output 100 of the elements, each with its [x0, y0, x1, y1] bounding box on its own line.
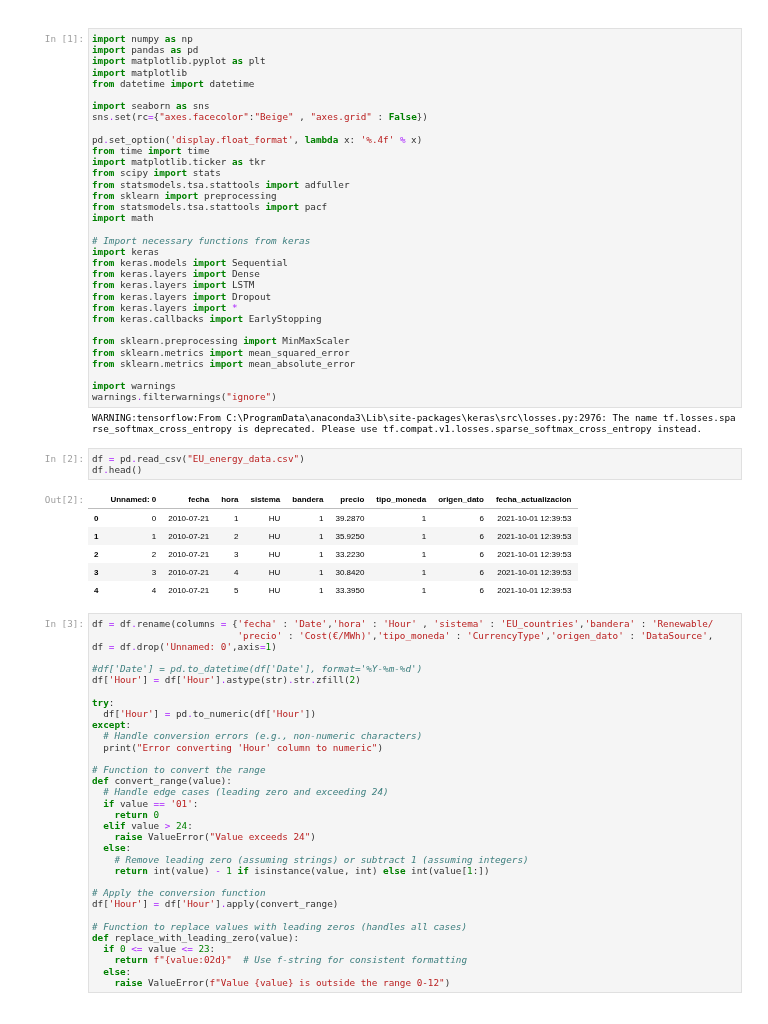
code-line: # Handle conversion errors (e.g., non-numeric characters) [102, 730, 424, 742]
code-line: warnings.filterwarnings("ignore") [92, 391, 278, 403]
code-line: from keras.layers import Dropout [92, 290, 273, 302]
code-line: return int(value) - 1 if isinstance(value, int) else int(value[1:]) [113, 864, 490, 877]
code-line: return 0 [113, 808, 161, 821]
code-line: import seaborn as sns [92, 100, 211, 112]
code-line: sns.set(rc={"axes.facecolor":"Beige" , "axes.grid" : False}) [92, 111, 429, 123]
column-header: fecha [162, 490, 216, 509]
table-cell: HU [244, 527, 287, 546]
table-cell: 2021-10-01 12:39:53 [489, 508, 578, 528]
table-cell: 6 [432, 527, 490, 546]
code-line: import matplotlib.ticker as tkr [92, 156, 267, 168]
code-line: from keras.layers import LSTM [92, 279, 256, 291]
row-index: 0 [88, 508, 105, 528]
code-line: df = df.rename(columns = {'fecha' : 'Date','hora' : 'Hour' , 'sistema' : 'EU_countries','bandera' : 'Renewable/ [92, 618, 715, 630]
table-cell: 1 [370, 508, 433, 528]
input-prompt: In [3]: [43, 617, 85, 630]
column-header: Unnamed: 0 [104, 490, 163, 509]
code-line: # Apply the conversion function [92, 887, 267, 899]
code-line: def convert_range(value): [92, 775, 233, 787]
table-cell: 2 [104, 545, 163, 564]
table-cell: 2021-10-01 12:39:53 [489, 581, 578, 600]
code-line: if 0 <= value <= 23: [102, 943, 217, 955]
code-line: from datetime import datetime [92, 77, 256, 89]
table-cell: 2010-07-21 [162, 581, 216, 600]
code-line: else: [102, 965, 133, 977]
table-cell: 2010-07-21 [162, 563, 216, 582]
table-cell: 2010-07-21 [162, 508, 216, 528]
code-line: df.head() [92, 464, 144, 476]
code-line: from time import time [92, 145, 211, 157]
row-index: 4 [88, 581, 105, 600]
code-line: # Import necessary functions from keras [92, 234, 312, 246]
code-line: import keras [92, 245, 160, 257]
table-cell: 33.3950 [329, 581, 371, 600]
table-cell: 6 [432, 581, 490, 600]
code-line: import matplotlib [92, 66, 189, 78]
table-cell: 2010-07-21 [162, 527, 216, 546]
table-cell: 3 [104, 563, 163, 582]
warning-output: WARNING:tensorflow:From C:\ProgramData\anaconda3\Lib\site-packages\keras\src\losses.py:2976: The name tf.losses.sparse_softmax_cross_entropy is deprecated. Please use tf.compat.v1.losses.sparse_softmax_cross_entropy instead. [91, 411, 737, 435]
code-line: import matplotlib.pyplot as plt [92, 55, 267, 67]
column-header: bandera [286, 490, 330, 509]
table-cell: 1 [286, 563, 330, 582]
table-cell: 2021-10-01 12:39:53 [489, 563, 578, 582]
table-cell: 6 [432, 508, 490, 528]
input-prompt: In [1]: [43, 32, 85, 45]
code-line: # Function to replace values with leading zeros (handles all cases) [92, 920, 468, 933]
row-index: 2 [88, 545, 105, 564]
code-line: import math [92, 212, 155, 224]
code-line: from keras.layers import Dense [92, 268, 261, 280]
code-line: import numpy as np [92, 33, 194, 45]
table-cell: HU [244, 563, 287, 582]
column-header: sistema [244, 490, 287, 509]
code-line: from keras.models import Sequential [92, 257, 289, 269]
code-line: print("Error converting 'Hour' column to numeric") [102, 741, 385, 753]
column-header: hora [215, 490, 245, 509]
table-cell: HU [244, 508, 287, 528]
input-prompt: In [2]: [43, 452, 85, 465]
code-line: if value == '01': [102, 797, 200, 809]
code-line: try: [92, 696, 116, 709]
table-cell: 6 [432, 545, 490, 564]
table-cell: 5 [215, 581, 245, 600]
table-cell: 35.9250 [329, 527, 371, 546]
table-cell: 1 [370, 581, 433, 600]
code-line: from statsmodels.tsa.stattools import pacf [92, 201, 329, 213]
code-line: import pandas as pd [92, 44, 200, 56]
code-line: from keras.callbacks import EarlyStopping [92, 313, 323, 325]
code-line: raise ValueError("Value exceeds 24") [113, 831, 317, 843]
row-index: 3 [88, 563, 105, 582]
table-cell: 4 [104, 581, 163, 600]
column-header: tipo_moneda [370, 490, 433, 509]
row-index: 1 [88, 527, 105, 546]
code-cell[interactable] [88, 613, 742, 994]
code-line: elif value > 24: [102, 820, 194, 832]
code-line: def replace_with_leading_zero(value): [92, 932, 301, 944]
code-line: import warnings [92, 380, 177, 392]
table-cell: 1 [286, 508, 330, 528]
table-cell: 2021-10-01 12:39:53 [489, 527, 578, 546]
table-cell: 1 [215, 508, 245, 528]
code-cell[interactable] [88, 28, 742, 408]
table-cell: 0 [104, 508, 163, 528]
code-line: from sklearn.metrics import mean_squared_error [92, 346, 351, 358]
output-prompt: Out[2]: [44, 494, 84, 506]
table-cell: 4 [215, 563, 245, 582]
table-cell: 2 [215, 527, 245, 546]
code-line: # Function to convert the range [92, 764, 267, 776]
code-line: df = pd.read_csv("EU_energy_data.csv") [92, 453, 306, 465]
code-cell[interactable]: df = pd.read_csv("EU_energy_data.csv") df.head() [88, 448, 742, 481]
column-header: fecha_actualizacion [489, 490, 578, 509]
table-cell: 1 [286, 545, 330, 564]
code-line: # Remove leading zero (assuming strings) or subtract 1 (assuming integers) [113, 853, 530, 865]
column-header: origen_dato [432, 490, 490, 509]
table-cell: 30.8420 [329, 563, 371, 582]
code-line: from sklearn.metrics import mean_absolute_error [92, 357, 357, 370]
table-cell: 2010-07-21 [162, 545, 216, 564]
column-header: precio [329, 490, 371, 509]
table-cell: 1 [370, 563, 433, 582]
code-line: except: [92, 719, 133, 731]
code-line: from sklearn.preprocessing import MinMaxScaler [92, 335, 351, 347]
code-line: pd.set_option('display.float_format', lambda x: '%.4f' % x) [92, 133, 424, 145]
table-cell: 6 [432, 563, 490, 582]
